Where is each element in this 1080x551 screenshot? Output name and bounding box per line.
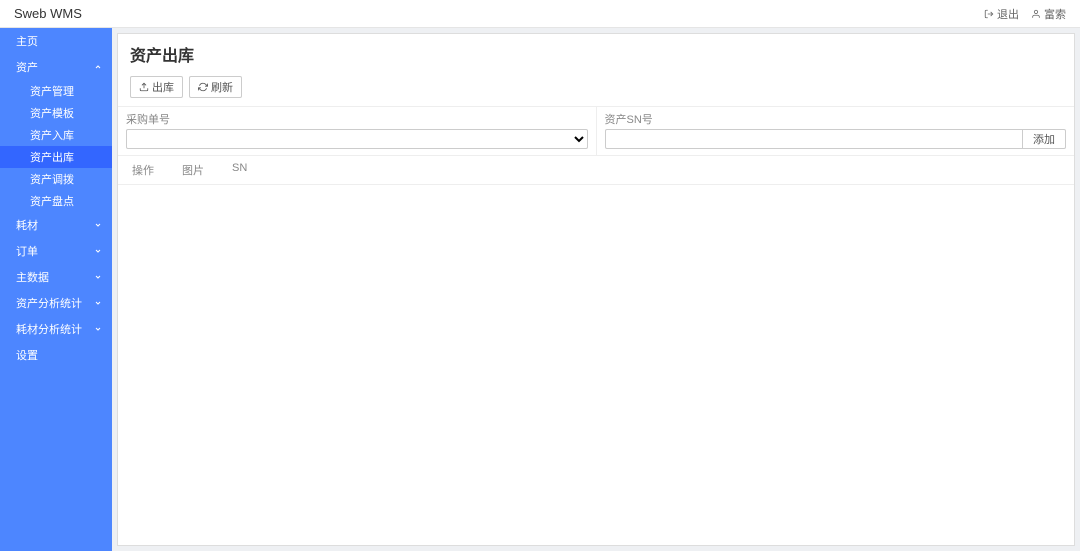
nav-asset-template[interactable]: 资产模板: [0, 102, 112, 124]
chevron-down-icon: [94, 299, 102, 307]
nav-settings[interactable]: 设置: [0, 342, 112, 368]
sidebar: 主页 资产 资产管理 资产模板 资产入库 资产出库 资产调拨 资产盘点 耗材 订…: [0, 28, 112, 551]
logout-link[interactable]: 退出: [984, 6, 1019, 22]
chevron-up-icon: [94, 63, 102, 71]
col-image: 图片: [182, 162, 204, 178]
sn-input[interactable]: [605, 129, 1024, 149]
refresh-icon: [198, 82, 208, 92]
chevron-down-icon: [94, 273, 102, 281]
nav-asset-inbound[interactable]: 资产入库: [0, 124, 112, 146]
nav-asset-outbound[interactable]: 资产出库: [0, 146, 112, 168]
nav-master[interactable]: 主数据: [0, 264, 112, 290]
col-sn: SN: [232, 162, 247, 178]
upload-icon: [139, 82, 149, 92]
nav-asset-stats[interactable]: 资产分析统计: [0, 290, 112, 316]
nav-asset-transfer[interactable]: 资产调拨: [0, 168, 112, 190]
user-icon: [1031, 9, 1041, 19]
add-button[interactable]: 添加: [1023, 129, 1066, 149]
nav-asset-inventory[interactable]: 资产盘点: [0, 190, 112, 212]
nav-asset-manage[interactable]: 资产管理: [0, 80, 112, 102]
content-wrap: 资产出库 出库 刷新 采购单号 资产SN号: [112, 28, 1080, 551]
logout-icon: [984, 9, 994, 19]
col-action: 操作: [132, 162, 154, 178]
purchase-select[interactable]: [126, 129, 588, 149]
table-header: 操作 图片 SN: [118, 156, 1074, 185]
app-brand: Sweb WMS: [14, 6, 82, 21]
chevron-down-icon: [94, 247, 102, 255]
page-title: 资产出库: [118, 34, 1074, 76]
outbound-button[interactable]: 出库: [130, 76, 183, 98]
topbar: Sweb WMS 退出 富索: [0, 0, 1080, 28]
toolbar: 出库 刷新: [118, 76, 1074, 106]
filter-row: 采购单号 资产SN号 添加: [118, 106, 1074, 156]
chevron-down-icon: [94, 325, 102, 333]
filter-sn-label: 资产SN号: [605, 111, 1067, 127]
top-links: 退出 富索: [984, 6, 1066, 22]
chevron-down-icon: [94, 221, 102, 229]
nav-asset[interactable]: 资产: [0, 54, 112, 80]
nav-consumable[interactable]: 耗材: [0, 212, 112, 238]
filter-purchase-label: 采购单号: [126, 111, 588, 127]
user-link[interactable]: 富索: [1031, 6, 1066, 22]
nav-order[interactable]: 订单: [0, 238, 112, 264]
nav-consumable-stats[interactable]: 耗材分析统计: [0, 316, 112, 342]
filter-sn-cell: 资产SN号 添加: [597, 107, 1075, 155]
refresh-button[interactable]: 刷新: [189, 76, 242, 98]
nav-home[interactable]: 主页: [0, 28, 112, 54]
filter-purchase-cell: 采购单号: [118, 107, 597, 155]
content: 资产出库 出库 刷新 采购单号 资产SN号: [117, 33, 1075, 546]
